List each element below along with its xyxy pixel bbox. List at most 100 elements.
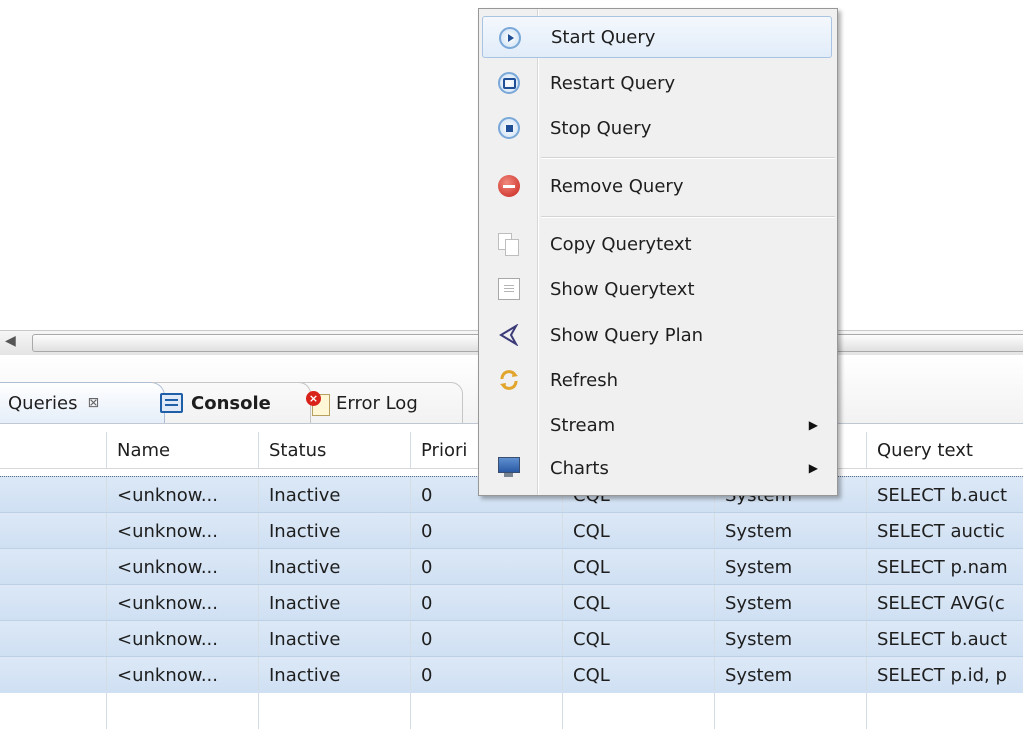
table-cell bbox=[0, 621, 107, 657]
table-cell: 0 bbox=[411, 549, 563, 585]
menu-item-label: Start Query bbox=[551, 26, 656, 48]
table-cell: System bbox=[715, 585, 867, 621]
menu-item-charts[interactable]: Charts ▶ bbox=[482, 447, 832, 489]
table-cell: SELECT auctic bbox=[877, 520, 1005, 542]
menu-item-start-query[interactable]: Start Query bbox=[482, 16, 832, 58]
table-cell bbox=[0, 585, 107, 621]
menu-item-show-query-plan[interactable]: Show Query Plan bbox=[482, 314, 832, 356]
table-cell: SELECT AVG(c bbox=[877, 592, 1005, 614]
table-row-empty bbox=[0, 693, 1023, 729]
table-row[interactable]: <unknow... Inactive 0 CQL System SELECT … bbox=[0, 656, 1023, 694]
tab-queries[interactable]: Queries ⊠ bbox=[0, 382, 165, 423]
refresh-icon bbox=[500, 370, 518, 390]
tab-queries-label: Queries bbox=[8, 392, 78, 414]
menu-item-stream[interactable]: Stream ▶ bbox=[482, 404, 832, 446]
table-cell: SELECT p.id, p bbox=[877, 664, 1007, 686]
menu-item-label: Remove Query bbox=[550, 175, 684, 197]
restart-icon bbox=[498, 72, 520, 94]
remove-icon bbox=[498, 175, 520, 197]
table-cell bbox=[0, 477, 107, 513]
table-cell: SELECT p.nam bbox=[877, 556, 1008, 578]
table-cell: Inactive bbox=[259, 549, 411, 585]
column-header[interactable] bbox=[0, 432, 107, 468]
menu-item-refresh[interactable]: Refresh bbox=[482, 359, 832, 401]
table-row[interactable]: <unknow... Inactive 0 CQL System SELECT … bbox=[0, 584, 1023, 622]
table-cell: Inactive bbox=[259, 621, 411, 657]
table-cell: CQL bbox=[563, 585, 715, 621]
table-cell: System bbox=[715, 657, 867, 693]
table-cell: Inactive bbox=[259, 585, 411, 621]
table-cell: Inactive bbox=[259, 513, 411, 549]
menu-separator bbox=[541, 157, 835, 158]
tab-error-log[interactable]: × Error Log bbox=[298, 382, 463, 423]
menu-item-copy-querytext[interactable]: Copy Querytext bbox=[482, 223, 832, 265]
table-cell: SELECT b.auct bbox=[877, 484, 1008, 506]
query-plan-icon bbox=[499, 324, 519, 346]
table-cell bbox=[259, 693, 411, 729]
menu-item-label: Restart Query bbox=[550, 72, 676, 94]
table-cell: CQL bbox=[563, 513, 715, 549]
table-cell: Inactive bbox=[259, 657, 411, 693]
table-cell: CQL bbox=[563, 621, 715, 657]
table-cell bbox=[0, 657, 107, 693]
submenu-arrow-icon: ▶ bbox=[808, 418, 818, 432]
column-header-name[interactable]: Name bbox=[107, 432, 259, 468]
table-cell: <unknow... bbox=[107, 657, 259, 693]
table-cell bbox=[0, 549, 107, 585]
table-cell: 0 bbox=[411, 657, 563, 693]
menu-item-label: Stop Query bbox=[550, 117, 652, 139]
submenu-arrow-icon: ▶ bbox=[808, 461, 818, 475]
table-cell bbox=[0, 693, 107, 729]
table-cell: <unknow... bbox=[107, 621, 259, 657]
table-cell: <unknow... bbox=[107, 585, 259, 621]
start-icon bbox=[499, 27, 521, 49]
menu-item-label: Refresh bbox=[550, 369, 618, 391]
menu-separator bbox=[541, 216, 835, 217]
monitor-icon bbox=[498, 457, 520, 479]
table-cell: <unknow... bbox=[107, 513, 259, 549]
table-cell: Inactive bbox=[259, 477, 411, 513]
menu-item-remove-query[interactable]: Remove Query bbox=[482, 165, 832, 207]
table-cell: 0 bbox=[411, 621, 563, 657]
table-cell bbox=[411, 693, 563, 729]
console-icon bbox=[160, 393, 183, 413]
stop-icon bbox=[498, 117, 520, 139]
scroll-left-arrow-icon[interactable]: ◀ bbox=[5, 333, 16, 349]
tab-console[interactable]: Console bbox=[152, 382, 311, 423]
menu-item-label: Show Query Plan bbox=[550, 324, 704, 346]
table-cell: CQL bbox=[563, 657, 715, 693]
menu-item-label: Charts bbox=[550, 457, 609, 479]
menu-item-stop-query[interactable]: Stop Query bbox=[482, 107, 832, 149]
column-header-query-text[interactable]: Query text bbox=[867, 432, 1023, 468]
tab-error-log-label: Error Log bbox=[336, 392, 418, 414]
table-row[interactable]: <unknow... Inactive 0 CQL System SELECT … bbox=[0, 548, 1023, 586]
table-cell bbox=[0, 513, 107, 549]
copy-icon bbox=[498, 233, 520, 256]
table-cell: 0 bbox=[411, 513, 563, 549]
menu-item-show-querytext[interactable]: Show Querytext bbox=[482, 268, 832, 310]
table-cell: <unknow... bbox=[107, 477, 259, 513]
table-cell: System bbox=[715, 549, 867, 585]
context-menu: Start Query Restart Query Stop Query Rem… bbox=[478, 8, 838, 496]
table-cell: System bbox=[715, 621, 867, 657]
table-cell bbox=[563, 693, 715, 729]
close-tab-icon[interactable]: ⊠ bbox=[88, 395, 100, 411]
menu-item-restart-query[interactable]: Restart Query bbox=[482, 62, 832, 104]
error-log-icon: × bbox=[306, 391, 330, 416]
table-cell: System bbox=[715, 513, 867, 549]
table-cell: SELECT b.auct bbox=[877, 628, 1008, 650]
menu-item-label: Stream bbox=[550, 414, 616, 436]
table-cell bbox=[867, 693, 1023, 729]
table-cell: 0 bbox=[411, 585, 563, 621]
tab-console-label: Console bbox=[191, 392, 271, 414]
table-cell bbox=[107, 693, 259, 729]
table-row[interactable]: <unknow... Inactive 0 CQL System SELECT … bbox=[0, 512, 1023, 550]
menu-item-label: Copy Querytext bbox=[550, 233, 692, 255]
menu-item-label: Show Querytext bbox=[550, 278, 695, 300]
table-row[interactable]: <unknow... Inactive 0 CQL System SELECT … bbox=[0, 620, 1023, 658]
table-cell: CQL bbox=[563, 549, 715, 585]
column-header-status[interactable]: Status bbox=[259, 432, 411, 468]
table-cell bbox=[715, 693, 867, 729]
table-cell: <unknow... bbox=[107, 549, 259, 585]
document-icon bbox=[498, 278, 520, 300]
